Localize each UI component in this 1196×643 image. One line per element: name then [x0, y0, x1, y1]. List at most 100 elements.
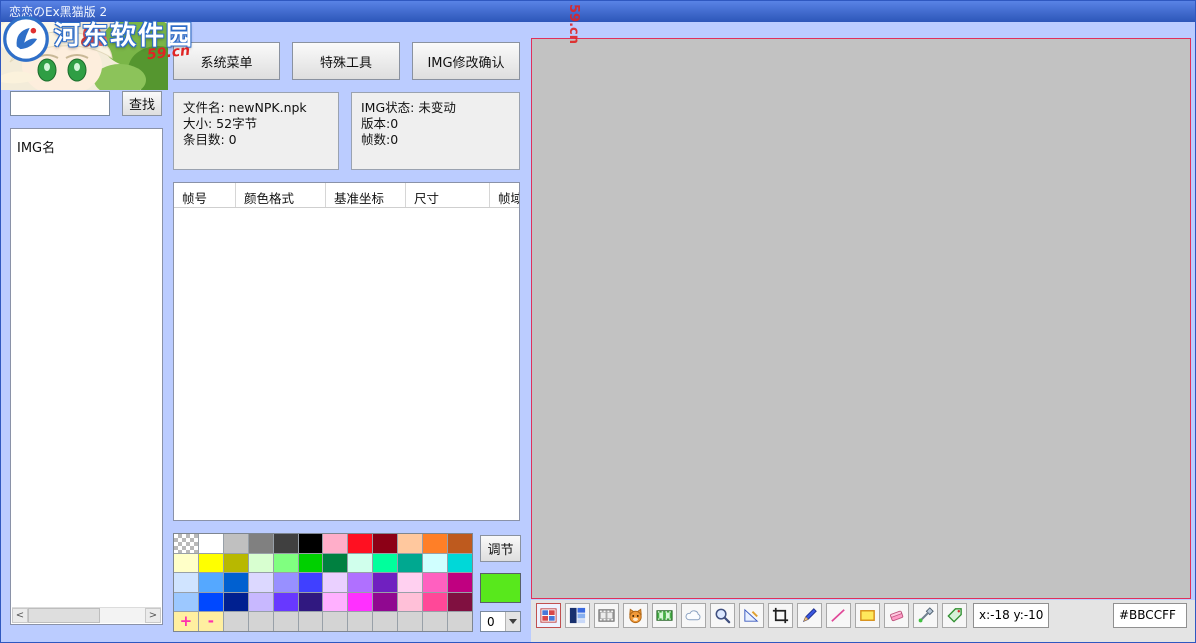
- palette-swatch[interactable]: [223, 534, 248, 553]
- column-size[interactable]: 尺寸: [406, 183, 490, 207]
- palette-swatch[interactable]: [273, 534, 298, 553]
- palette-swatch[interactable]: [298, 553, 323, 573]
- palette-swatch[interactable]: [373, 534, 398, 553]
- palette-swatch[interactable]: [448, 553, 472, 573]
- system-menu-button[interactable]: 系统菜单: [173, 42, 280, 80]
- frame-table[interactable]: 帧号 颜色格式 基准坐标 尺寸 帧域: [173, 182, 520, 521]
- palette-swatch[interactable]: [248, 573, 273, 592]
- scroll-left-button[interactable]: <: [12, 608, 28, 623]
- palette-swatch[interactable]: [423, 534, 448, 553]
- palette-empty-slot[interactable]: [248, 612, 273, 631]
- background-color-hex-field[interactable]: #BBCCFF: [1113, 603, 1187, 628]
- scroll-track[interactable]: [28, 608, 145, 623]
- palette-swatch[interactable]: [323, 573, 348, 592]
- palette-swatch[interactable]: [248, 534, 273, 553]
- palette-swatch[interactable]: [198, 573, 223, 592]
- palette-swatch[interactable]: [174, 592, 198, 612]
- img-name-list[interactable]: IMG名 < >: [10, 128, 163, 625]
- palette-empty-slot[interactable]: [373, 612, 398, 631]
- palette-swatch[interactable]: [248, 592, 273, 612]
- pencil-tool-button[interactable]: [797, 603, 822, 628]
- palette-swatch[interactable]: [223, 573, 248, 592]
- file-name-line: 文件名: newNPK.npk: [183, 100, 307, 115]
- palette-swatch[interactable]: [348, 573, 373, 592]
- palette-swatch[interactable]: [348, 592, 373, 612]
- filmstrip-tool-button[interactable]: [594, 603, 619, 628]
- palette-empty-slot[interactable]: [423, 612, 448, 631]
- search-input[interactable]: [10, 91, 110, 116]
- palette-swatch[interactable]: [298, 592, 323, 612]
- palette-empty-slot[interactable]: [448, 612, 472, 631]
- palette-swatch[interactable]: [298, 573, 323, 592]
- palette-empty-slot[interactable]: [298, 612, 323, 631]
- column-frame-area[interactable]: 帧域: [490, 183, 519, 207]
- palette-swatch[interactable]: [398, 592, 423, 612]
- line-tool-button[interactable]: [826, 603, 851, 628]
- palette-swatch[interactable]: [398, 553, 423, 573]
- palette-empty-slot[interactable]: [398, 612, 423, 631]
- palette-empty-slot[interactable]: [348, 612, 373, 631]
- ruler-pen-tool-button[interactable]: [739, 603, 764, 628]
- palette-empty-slot[interactable]: [223, 612, 248, 631]
- palette-swatch[interactable]: [423, 553, 448, 573]
- palette-swatch[interactable]: [223, 592, 248, 612]
- palette-swatch[interactable]: [323, 534, 348, 553]
- scroll-thumb[interactable]: [28, 608, 100, 623]
- palette-swatch[interactable]: [298, 534, 323, 553]
- palette-swatch[interactable]: [273, 553, 298, 573]
- palette-swatch[interactable]: [174, 573, 198, 592]
- palette-swatch[interactable]: [373, 553, 398, 573]
- color-blocks-tool-button[interactable]: [565, 603, 590, 628]
- palette-swatch[interactable]: [448, 592, 472, 612]
- palette-swatch[interactable]: [273, 592, 298, 612]
- tag-tool-button[interactable]: [942, 603, 967, 628]
- magnifier-tool-button[interactable]: [710, 603, 735, 628]
- img-confirm-button[interactable]: IMG修改确认: [412, 42, 520, 80]
- frame-index-combo[interactable]: 0: [480, 611, 521, 632]
- palette-empty-slot[interactable]: [273, 612, 298, 631]
- canvas[interactable]: [531, 38, 1191, 599]
- cat-tool-button[interactable]: [623, 603, 648, 628]
- special-tools-button[interactable]: 特殊工具: [292, 42, 400, 80]
- palette-swatch[interactable]: [323, 592, 348, 612]
- combo-dropdown-button[interactable]: [505, 612, 520, 631]
- palette-swatch[interactable]: [373, 573, 398, 592]
- rectangle-tool-button[interactable]: [855, 603, 880, 628]
- column-base-coords[interactable]: 基准坐标: [326, 183, 406, 207]
- img-list-horizontal-scrollbar[interactable]: < >: [12, 607, 161, 623]
- palette-swatch[interactable]: [423, 573, 448, 592]
- palette-swatch[interactable]: [448, 573, 472, 592]
- cloud-tool-button[interactable]: [681, 603, 706, 628]
- palette-empty-slot[interactable]: [323, 612, 348, 631]
- image-grid-tool-button[interactable]: [536, 603, 561, 628]
- palette-swatch[interactable]: [198, 534, 223, 553]
- palette-swatch[interactable]: [398, 573, 423, 592]
- film-reel-tool-button[interactable]: [652, 603, 677, 628]
- palette-swatch[interactable]: [273, 573, 298, 592]
- eraser-tool-button[interactable]: [884, 603, 909, 628]
- adjust-button[interactable]: 调节: [480, 535, 521, 562]
- dropper-tool-button[interactable]: [913, 603, 938, 628]
- palette-swatch[interactable]: [248, 553, 273, 573]
- palette-swatch[interactable]: [174, 553, 198, 573]
- palette-swatch[interactable]: [198, 553, 223, 573]
- palette-add-button[interactable]: +: [174, 612, 198, 631]
- palette-swatch[interactable]: [373, 592, 398, 612]
- img-status-line: IMG状态: 未变动: [361, 100, 456, 115]
- find-button[interactable]: 查找: [122, 91, 162, 116]
- palette-swatch[interactable]: [398, 534, 423, 553]
- palette-transparent-swatch[interactable]: [174, 534, 198, 553]
- palette-swatch[interactable]: [348, 553, 373, 573]
- column-frame-number[interactable]: 帧号: [174, 183, 236, 207]
- palette-swatch[interactable]: [448, 534, 472, 553]
- palette-swatch[interactable]: [198, 592, 223, 612]
- column-color-format[interactable]: 颜色格式: [236, 183, 326, 207]
- palette-swatch[interactable]: [423, 592, 448, 612]
- crop-tool-button[interactable]: [768, 603, 793, 628]
- palette-swatch[interactable]: [348, 534, 373, 553]
- palette-remove-button[interactable]: -: [198, 612, 223, 631]
- palette-swatch[interactable]: [323, 553, 348, 573]
- titlebar: 恋恋のEx黑猫版 2: [0, 0, 1196, 22]
- scroll-right-button[interactable]: >: [145, 608, 161, 623]
- palette-swatch[interactable]: [223, 553, 248, 573]
